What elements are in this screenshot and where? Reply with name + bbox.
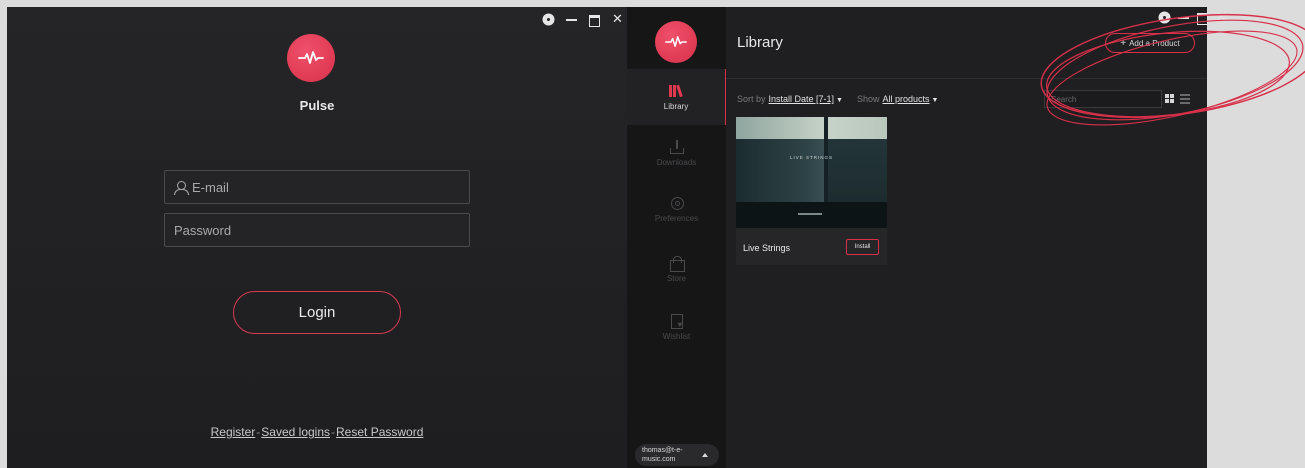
minimize-icon[interactable] xyxy=(565,13,578,26)
chevron-down-icon: ▼ xyxy=(836,97,843,104)
books-icon xyxy=(669,84,683,98)
user-email: thomas@t-e-music.com xyxy=(642,447,683,463)
product-name: Live Strings xyxy=(743,243,791,253)
sidebar-item-wishlist[interactable]: Wishlist xyxy=(627,299,726,355)
plus-icon: + xyxy=(1120,37,1127,49)
maximize-icon[interactable] xyxy=(1196,11,1209,25)
sidebar-item-label: Wishlist xyxy=(662,331,691,341)
pulse-wave-icon xyxy=(665,36,687,47)
login-links: Register-Saved logins-Reset Password xyxy=(7,425,627,439)
window-controls: ✕ xyxy=(1158,11,1228,25)
sidebar-item-label: Library xyxy=(663,101,689,111)
sort-label: Sort by xyxy=(737,94,766,104)
close-icon[interactable]: ✕ xyxy=(611,13,624,26)
show-control[interactable]: Show All products ▼ xyxy=(857,94,938,104)
add-product-label: Add a Product xyxy=(1129,38,1180,48)
library-window: Library Downloads Preferences Store Wish… xyxy=(627,7,1227,468)
sidebar-item-store[interactable]: Store xyxy=(627,241,726,297)
show-label: Show xyxy=(856,94,880,104)
pulse-logo-small xyxy=(655,21,697,63)
password-placeholder: Password xyxy=(174,222,232,238)
maximize-icon[interactable] xyxy=(588,13,601,27)
pulse-wave-icon xyxy=(298,51,324,64)
sidebar-item-label: Downloads xyxy=(656,157,697,167)
reset-password-link[interactable]: Reset Password xyxy=(336,425,423,439)
product-card[interactable]: LIVE STRINGS Live Strings Install xyxy=(736,117,887,265)
login-button[interactable]: Login xyxy=(233,291,401,334)
sidebar-item-label: Preferences xyxy=(654,213,699,223)
link-separator: - xyxy=(256,425,261,439)
login-window: ✕ Pulse E-mail Password Login Register-S… xyxy=(7,7,627,468)
add-product-button[interactable]: + Add a Product xyxy=(1105,33,1195,53)
grid-view-icon[interactable] xyxy=(1165,94,1174,103)
app-name: Pulse xyxy=(299,98,335,113)
sort-control[interactable]: Sort by Install Date [7-1] ▼ xyxy=(737,94,843,104)
user-account-menu[interactable]: thomas@t-e-music.com xyxy=(635,444,719,466)
link-separator: - xyxy=(331,425,336,439)
sidebar-item-preferences[interactable]: Preferences xyxy=(627,181,726,237)
window-controls: ✕ xyxy=(542,13,624,27)
sort-value: Install Date [7-1] xyxy=(768,94,835,104)
gear-icon xyxy=(670,196,684,210)
sidebar-item-library[interactable]: Library xyxy=(627,69,726,125)
sidebar-item-label: Store xyxy=(666,273,687,283)
settings-icon[interactable] xyxy=(542,13,555,26)
install-button[interactable]: Install xyxy=(846,239,879,255)
list-view-icon[interactable] xyxy=(1180,94,1190,104)
email-placeholder: E-mail xyxy=(192,179,229,195)
pulse-logo xyxy=(287,34,335,82)
sort-filter-bar: Sort by Install Date [7-1] ▼ Show All produ… xyxy=(737,94,938,104)
sidebar-item-downloads[interactable]: Downloads xyxy=(627,125,726,181)
search-placeholder: Search xyxy=(1051,94,1077,104)
search-input[interactable]: Search xyxy=(1044,90,1162,108)
email-field[interactable]: E-mail xyxy=(164,170,470,204)
minimize-icon[interactable] xyxy=(1177,11,1190,24)
password-field[interactable]: Password xyxy=(164,213,470,247)
show-value: All products xyxy=(882,94,930,104)
close-icon[interactable]: ✕ xyxy=(1215,11,1228,24)
user-icon xyxy=(174,180,189,195)
product-cover-image: LIVE STRINGS xyxy=(736,117,887,228)
download-icon xyxy=(669,139,684,154)
register-link[interactable]: Register xyxy=(211,425,256,439)
chevron-down-icon: ▼ xyxy=(931,97,939,104)
sidebar: Library Downloads Preferences Store Wish… xyxy=(627,7,726,468)
store-icon xyxy=(669,255,685,272)
library-header: Library ✕ + Add a Product xyxy=(726,7,1227,79)
saved-logins-link[interactable]: Saved logins xyxy=(261,425,330,439)
wishlist-icon xyxy=(670,313,684,329)
caret-up-icon xyxy=(702,453,708,457)
page-title: Library xyxy=(737,34,783,51)
cover-title: LIVE STRINGS xyxy=(789,155,833,160)
settings-icon[interactable] xyxy=(1158,11,1171,24)
